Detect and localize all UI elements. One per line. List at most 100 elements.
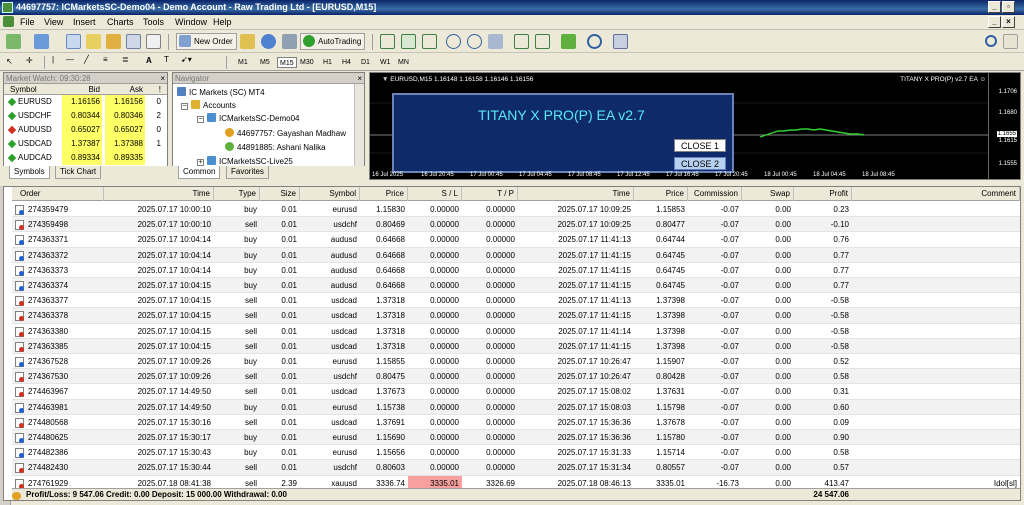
zoom-in-icon[interactable] <box>446 34 461 49</box>
market-watch-row[interactable]: AUDUSD 0.65027 0.65027 0 <box>4 123 167 137</box>
menu-charts[interactable]: Charts <box>107 17 134 27</box>
close-icon[interactable]: × <box>160 73 165 84</box>
navigator-scrollbar[interactable] <box>354 84 364 168</box>
timeframe-w1[interactable]: W1 <box>378 57 393 68</box>
chat-icon[interactable] <box>1003 34 1018 49</box>
marketplace-icon[interactable] <box>282 34 297 49</box>
column-price[interactable]: Price <box>360 187 408 201</box>
column-swap[interactable]: Swap <box>742 187 794 201</box>
table-row[interactable]: 274363377 2025.07.17 10:04:15 sell 0.01 usdc… <box>12 293 1020 309</box>
table-row[interactable]: 274363371 2025.07.17 10:04:14 buy 0.01 audus… <box>12 232 1020 248</box>
timeframe-m1[interactable]: M1 <box>236 57 250 68</box>
column-tp[interactable]: T / P <box>462 187 518 201</box>
bar-chart-icon[interactable] <box>380 34 395 49</box>
timeframe-m30[interactable]: M30 <box>298 57 316 68</box>
metaeditor-icon[interactable] <box>240 34 255 49</box>
collapse-icon[interactable]: − <box>181 103 188 110</box>
timeframe-h4[interactable]: H4 <box>340 57 353 68</box>
table-row[interactable]: 274480568 2025.07.17 15:30:16 sell 0.01 usdc… <box>12 415 1020 430</box>
signals-icon[interactable] <box>261 34 276 49</box>
periods-icon[interactable] <box>587 34 602 49</box>
strategy-tester-icon[interactable] <box>146 34 161 49</box>
data-window-icon[interactable] <box>86 34 101 49</box>
tree-account-1[interactable]: 44697757: Gayashan Madhaw <box>225 128 346 139</box>
auto-scroll-icon[interactable] <box>535 34 550 49</box>
menu-view[interactable]: View <box>44 17 63 27</box>
indicators-icon[interactable] <box>561 34 576 49</box>
text-icon[interactable]: A <box>146 56 152 65</box>
horizontal-line-icon[interactable]: — <box>66 55 74 64</box>
market-watch-row[interactable]: AUDCAD 0.89334 0.89335 <box>4 151 167 165</box>
close-1-button[interactable]: CLOSE 1 <box>674 139 726 152</box>
profiles-icon[interactable] <box>34 34 49 49</box>
market-watch-row[interactable]: USDCAD 1.37387 1.37388 1 <box>4 137 167 151</box>
timeframe-m5[interactable]: M5 <box>258 57 272 68</box>
column-sl[interactable]: S / L <box>408 187 462 201</box>
templates-icon[interactable] <box>613 34 628 49</box>
column-bid[interactable]: Bid <box>62 84 102 95</box>
fibonacci-icon[interactable]: ≣ <box>122 55 129 64</box>
chart-window[interactable]: ▼ EURUSD,M15 1.16148 1.16158 1.16146 1.1… <box>369 72 1021 180</box>
close-icon[interactable]: × <box>357 73 362 84</box>
tab-tick-chart[interactable]: Tick Chart <box>55 166 102 179</box>
tree-account-2[interactable]: 44891885: Ashani Nalika <box>225 142 326 153</box>
table-row[interactable]: 274367528 2025.07.17 10:09:26 buy 0.01 eurus… <box>12 354 1020 370</box>
column-symbol[interactable]: Symbol <box>6 84 60 95</box>
column-commission[interactable]: Commission <box>688 187 742 201</box>
cursor-icon[interactable]: ↖ <box>6 57 13 66</box>
column-close-time[interactable]: Time <box>518 187 634 201</box>
table-row[interactable]: 274363372 2025.07.17 10:04:14 buy 0.01 audus… <box>12 247 1020 263</box>
zoom-out-icon[interactable] <box>467 34 482 49</box>
arrows-icon[interactable]: ➹▾ <box>181 55 192 64</box>
candlestick-icon[interactable] <box>401 34 416 49</box>
table-row[interactable]: 274463981 2025.07.17 14:49:50 buy 0.01 eurus… <box>12 399 1020 415</box>
timeframe-m15[interactable]: M15 <box>277 57 297 68</box>
column-comment[interactable]: Comment <box>852 187 1020 201</box>
column-time[interactable]: Time <box>104 187 214 201</box>
chart-shift-icon[interactable] <box>514 34 529 49</box>
maximize-button[interactable]: ▫ <box>1002 1 1015 13</box>
table-row[interactable]: 274363380 2025.07.17 10:04:15 sell 0.01 usdc… <box>12 324 1020 339</box>
column-spread[interactable]: ! <box>147 84 161 95</box>
channel-icon[interactable]: ≡ <box>103 55 108 64</box>
column-profit[interactable]: Profit <box>794 187 852 201</box>
table-row[interactable]: 274363378 2025.07.17 10:04:15 sell 0.01 usdc… <box>12 308 1020 324</box>
vertical-line-icon[interactable]: | <box>52 55 54 64</box>
market-watch-icon[interactable] <box>66 34 81 49</box>
menu-window[interactable]: Window <box>175 17 207 27</box>
tab-symbols[interactable]: Symbols <box>9 166 50 179</box>
table-row[interactable]: 274363374 2025.07.17 10:04:15 buy 0.01 audus… <box>12 278 1020 294</box>
table-row[interactable]: 274363385 2025.07.17 10:04:15 sell 0.01 usdc… <box>12 338 1020 354</box>
close-2-button[interactable]: CLOSE 2 <box>674 157 726 170</box>
table-row[interactable]: 274359498 2025.07.17 10:00:10 sell 0.01 usdc… <box>12 217 1020 233</box>
column-close-price[interactable]: Price <box>634 187 688 201</box>
column-symbol[interactable]: Symbol <box>300 187 360 201</box>
timeframe-h1[interactable]: H1 <box>321 57 334 68</box>
table-row[interactable]: 274367530 2025.07.17 10:09:26 sell 0.01 usdc… <box>12 369 1020 385</box>
tab-favorites[interactable]: Favorites <box>226 166 269 179</box>
market-watch-row[interactable]: USDCHF 0.80344 0.80346 2 <box>4 109 167 123</box>
tree-accounts[interactable]: − Accounts <box>181 100 236 111</box>
crosshair-icon[interactable]: ✛ <box>26 56 33 65</box>
tab-common[interactable]: Common <box>178 166 221 179</box>
column-type[interactable]: Type <box>214 187 260 201</box>
timeframe-d1[interactable]: D1 <box>359 57 372 68</box>
table-row[interactable]: 274463967 2025.07.17 14:49:50 sell 0.01 usdc… <box>12 384 1020 400</box>
line-chart-icon[interactable] <box>422 34 437 49</box>
table-row[interactable]: 274359479 2025.07.17 10:00:10 buy 0.01 eurus… <box>12 202 1020 218</box>
table-row[interactable]: 274482386 2025.07.17 15:30:43 buy 0.01 eurus… <box>12 445 1020 461</box>
market-watch-row[interactable]: EURUSD 1.16156 1.16156 0 <box>4 95 167 109</box>
trendline-icon[interactable]: ╱ <box>84 55 89 64</box>
table-row[interactable]: 274363373 2025.07.17 10:04:14 buy 0.01 audus… <box>12 263 1020 278</box>
minimize-button[interactable]: _ <box>988 1 1001 13</box>
menu-file[interactable]: File <box>20 17 35 27</box>
tree-root[interactable]: IC Markets (SC) MT4 <box>177 87 265 98</box>
menu-insert[interactable]: Insert <box>73 17 96 27</box>
collapse-icon[interactable]: − <box>197 116 204 123</box>
expand-icon[interactable]: + <box>197 159 204 166</box>
column-size[interactable]: Size <box>260 187 300 201</box>
menu-help[interactable]: Help <box>213 17 232 27</box>
auto-trading-button[interactable]: AutoTrading <box>300 33 366 50</box>
terminal-icon[interactable] <box>126 34 141 49</box>
tree-server-demo[interactable]: − ICMarketsSC-Demo04 <box>197 113 299 124</box>
